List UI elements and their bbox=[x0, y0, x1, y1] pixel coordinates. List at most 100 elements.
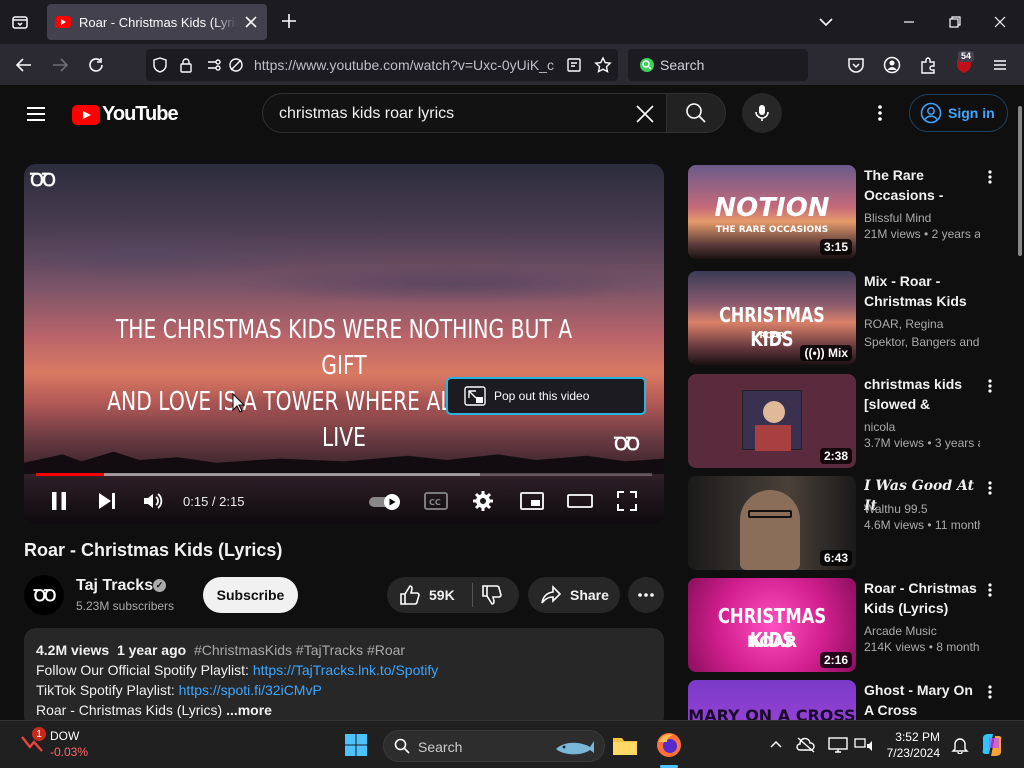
related-title[interactable]: christmas kids [slowed & reverb] bbox=[864, 374, 978, 414]
youtube-logo[interactable]: YouTube bbox=[72, 103, 179, 126]
related-channel[interactable]: ROAR, Regina Spektor, Bangers and more bbox=[864, 315, 980, 351]
theater-mode-icon[interactable] bbox=[567, 490, 593, 512]
share-button[interactable]: Share bbox=[528, 577, 620, 613]
like-thumb-icon[interactable] bbox=[399, 584, 421, 606]
settings-gear-icon[interactable] bbox=[472, 490, 494, 512]
related-video-item[interactable]: CHRISTMAS KIDS ROAR 2:16 Roar - Christma… bbox=[688, 578, 1004, 672]
hamburger-menu-icon[interactable] bbox=[990, 55, 1010, 75]
related-channel[interactable]: Arcade Music bbox=[864, 622, 980, 640]
channel-name[interactable]: Taj Tracks bbox=[76, 577, 153, 595]
related-title[interactable]: Ghost - Mary On A Cross bbox=[864, 680, 978, 720]
windows-start-icon[interactable] bbox=[342, 731, 370, 759]
related-video-item[interactable]: 6:43 I Was Good At It Walthu 99.5 4.6M v… bbox=[688, 476, 1004, 570]
autoplay-toggle[interactable] bbox=[368, 492, 404, 512]
more-actions-button[interactable] bbox=[628, 577, 664, 613]
firefox-icon[interactable] bbox=[655, 731, 683, 759]
related-title[interactable]: The Rare Occasions - Notion bbox=[864, 165, 978, 205]
autoplay-blocked-icon[interactable] bbox=[228, 57, 244, 73]
spotify-link[interactable]: https://TajTracks.lnk.to/Spotify bbox=[253, 662, 438, 678]
description-line-1: Follow Our Official Spotify Playlist: ht… bbox=[36, 660, 652, 680]
dislike-thumb-icon[interactable] bbox=[481, 584, 503, 606]
related-video-item[interactable]: NOTION THE RARE OCCASIONS 3:15 The Rare … bbox=[688, 165, 1004, 259]
video-thumbnail[interactable]: CHRISTMAS KIDS ROAR ((•)) Mix bbox=[688, 271, 856, 365]
related-video-item[interactable]: MARY ON A CROSS Ghost - Mary On A Cross bbox=[688, 680, 1004, 720]
search-button[interactable] bbox=[666, 93, 726, 133]
pocket-icon[interactable] bbox=[846, 55, 866, 75]
youtube-search-input[interactable]: christmas kids roar lyrics bbox=[262, 93, 666, 133]
show-more-link[interactable]: ...more bbox=[226, 702, 272, 718]
more-vertical-icon[interactable] bbox=[982, 169, 998, 185]
display-icon[interactable] bbox=[824, 731, 852, 759]
related-video-item[interactable]: 2:38 christmas kids [slowed & reverb] ni… bbox=[688, 374, 1004, 468]
browser-tab-active[interactable]: Roar - Christmas Kids (Lyrics) - YouTube bbox=[47, 4, 267, 40]
next-video-icon[interactable] bbox=[96, 490, 118, 512]
channel-watermark-bottom[interactable]: ꝹꝹ bbox=[614, 432, 640, 456]
voice-search-button[interactable] bbox=[742, 93, 782, 133]
permissions-icon[interactable] bbox=[206, 57, 224, 73]
back-icon[interactable] bbox=[14, 55, 34, 75]
url-text[interactable]: https://www.youtube.com/watch?v=Uxc-0yUi… bbox=[254, 57, 554, 73]
pause-icon[interactable] bbox=[48, 490, 70, 512]
video-thumbnail[interactable]: CHRISTMAS KIDS ROAR 2:16 bbox=[688, 578, 856, 672]
system-clock[interactable]: 3:52 PM 7/23/2024 bbox=[880, 729, 940, 761]
extensions-icon[interactable] bbox=[918, 55, 938, 75]
account-icon[interactable] bbox=[882, 55, 902, 75]
video-thumbnail[interactable]: NOTION THE RARE OCCASIONS 3:15 bbox=[688, 165, 856, 259]
scrollbar-thumb[interactable] bbox=[1018, 106, 1022, 256]
chevron-up-icon[interactable] bbox=[762, 731, 790, 759]
reload-icon[interactable] bbox=[86, 55, 106, 75]
channel-avatar[interactable]: ꝹꝹ bbox=[24, 575, 64, 615]
network-volume-icon[interactable] bbox=[850, 731, 878, 759]
onedrive-off-icon[interactable] bbox=[792, 731, 820, 759]
hashtags[interactable]: #ChristmasKids #TajTracks #Roar bbox=[194, 642, 405, 658]
clear-search-icon[interactable] bbox=[634, 103, 656, 125]
sign-in-button[interactable]: Sign in bbox=[909, 94, 1008, 132]
picture-in-picture-popout-button[interactable]: Pop out this video bbox=[446, 377, 646, 415]
miniplayer-icon[interactable] bbox=[520, 490, 544, 512]
description-box[interactable]: 4.2M views 1 year ago #ChristmasKids #Ta… bbox=[24, 628, 664, 728]
related-channel[interactable]: nicola bbox=[864, 418, 980, 436]
file-explorer-icon[interactable] bbox=[611, 731, 639, 759]
like-count[interactable]: 59K bbox=[429, 587, 455, 603]
new-tab-icon[interactable] bbox=[280, 12, 298, 30]
forward-icon[interactable] bbox=[50, 55, 70, 75]
more-vertical-icon[interactable] bbox=[982, 378, 998, 394]
closed-captions-icon[interactable]: CC bbox=[424, 490, 448, 512]
video-thumbnail[interactable]: 6:43 bbox=[688, 476, 856, 570]
settings-more-icon[interactable] bbox=[870, 103, 890, 123]
reader-view-icon[interactable] bbox=[566, 57, 582, 73]
subscribe-button[interactable]: Subscribe bbox=[203, 577, 298, 613]
more-vertical-icon[interactable] bbox=[982, 582, 998, 598]
video-thumbnail[interactable]: 2:38 bbox=[688, 374, 856, 468]
bookmark-star-icon[interactable] bbox=[594, 56, 612, 74]
search-query[interactable]: christmas kids roar lyrics bbox=[279, 105, 454, 123]
related-channel[interactable]: Blissful Mind bbox=[864, 209, 980, 227]
video-progress-bar[interactable] bbox=[36, 473, 652, 476]
related-mix-item[interactable]: CHRISTMAS KIDS ROAR ((•)) Mix Mix - Roar… bbox=[688, 271, 1004, 365]
notification-bell-icon[interactable] bbox=[946, 731, 974, 759]
shield-icon[interactable] bbox=[152, 57, 168, 73]
video-thumbnail[interactable]: MARY ON A CROSS bbox=[688, 680, 856, 720]
copilot-icon[interactable] bbox=[978, 731, 1006, 759]
minimize-icon[interactable] bbox=[899, 12, 919, 32]
related-channel[interactable]: Walthu 99.5 bbox=[864, 500, 980, 518]
chevron-down-icon[interactable] bbox=[818, 14, 834, 30]
browser-search-bar[interactable]: Search bbox=[628, 49, 808, 81]
related-title[interactable]: Roar - Christmas Kids (Lyrics) bbox=[864, 578, 978, 618]
tiktok-spotify-link[interactable]: https://spoti.fi/32iCMvP bbox=[179, 682, 322, 698]
tab-list-icon[interactable] bbox=[8, 10, 32, 34]
page-scrollbar[interactable] bbox=[1016, 86, 1024, 720]
taskbar-search-box[interactable]: Search bbox=[383, 730, 605, 762]
restore-icon[interactable] bbox=[945, 12, 965, 32]
more-vertical-icon[interactable] bbox=[982, 684, 998, 700]
lock-icon[interactable] bbox=[178, 57, 194, 73]
fullscreen-icon[interactable] bbox=[616, 490, 638, 512]
guide-menu-icon[interactable] bbox=[24, 102, 48, 126]
video-player[interactable]: ꝹꝹ ꝹꝹ THE CHRISTMAS KIDS WERE NOTHING BU… bbox=[24, 164, 664, 524]
related-title[interactable]: Mix - Roar - Christmas Kids (Lyrics) bbox=[864, 271, 978, 311]
more-vertical-icon[interactable] bbox=[982, 480, 998, 496]
close-window-icon[interactable] bbox=[990, 12, 1010, 32]
volume-icon[interactable] bbox=[142, 490, 164, 512]
url-bar[interactable]: https://www.youtube.com/watch?v=Uxc-0yUi… bbox=[146, 49, 618, 81]
close-tab-icon[interactable] bbox=[243, 14, 259, 30]
